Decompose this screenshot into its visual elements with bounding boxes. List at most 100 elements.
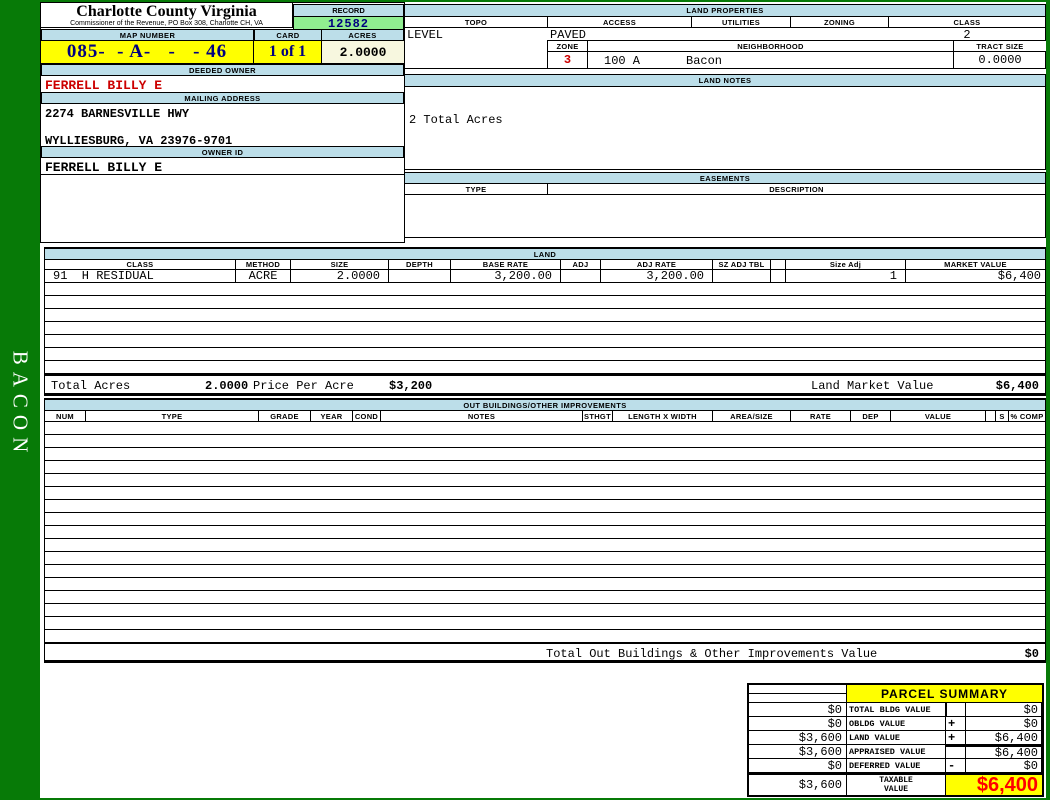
prior-total-bldg-value: $0: [749, 703, 847, 717]
deferred-value: $0: [966, 759, 1042, 773]
land-column-headers: CLASS METHOD SIZE DEPTH BASE RATE ADJ AD…: [45, 260, 1045, 270]
land-empty-rows: [45, 283, 1045, 374]
card-value: 1 of 1: [254, 41, 322, 64]
out-buildings-title: OUT BUILDINGS/OTHER IMPROVEMENTS: [45, 400, 1045, 411]
land-properties-headers: TOPO ACCESS UTILITIES ZONING CLASS: [405, 17, 1045, 28]
zone-headers: ZONE NEIGHBORHOOD TRACT SIZE: [548, 41, 1045, 52]
owner-id-value: FERRELL BILLY E: [45, 160, 162, 175]
utilities-header: UTILITIES: [692, 17, 791, 28]
land-properties-panel: LAND PROPERTIES TOPO ACCESS UTILITIES ZO…: [404, 4, 1046, 69]
land-properties-title: LAND PROPERTIES: [405, 5, 1045, 17]
ob-dep-header: DEP: [851, 411, 891, 422]
record-box: RECORD 12582: [293, 4, 404, 31]
deferred-value-op: -: [946, 759, 966, 773]
easements-panel: EASEMENTS TYPE DESCRIPTION: [404, 172, 1046, 238]
out-buildings-headers: NUM TYPE GRADE YEAR COND NOTES STHGT LEN…: [45, 411, 1045, 422]
map-number-header: MAP NUMBER: [41, 29, 254, 41]
tract-size-value: 0.0000: [954, 52, 1046, 68]
ob-total-label: Total Out Buildings & Other Improvements…: [546, 647, 877, 661]
deferred-value-label: DEFERRED VALUE: [847, 759, 946, 773]
land-adj-value: [561, 270, 601, 282]
land-section: LAND CLASS METHOD SIZE DEPTH BASE RATE A…: [44, 247, 1046, 396]
land-value: $6,400: [966, 731, 1042, 745]
land-blank-header: [771, 260, 786, 270]
mailing-address-label: MAILING ADDRESS: [41, 92, 404, 104]
ob-notes-header: NOTES: [381, 411, 583, 422]
ob-s-header: S: [996, 411, 1009, 422]
price-per-acre-label: Price Per Acre: [253, 379, 354, 393]
land-base-rate-header: BASE RATE: [451, 260, 561, 270]
land-size-adj-value: 1: [786, 270, 906, 282]
ob-cond-header: COND: [353, 411, 381, 422]
land-title: LAND: [45, 249, 1045, 260]
acres-value: 2.0000: [322, 41, 404, 64]
access-header: ACCESS: [548, 17, 692, 28]
land-adj-rate-header: ADJ RATE: [601, 260, 713, 270]
land-market-value-label: Land Market Value: [811, 379, 933, 393]
appraised-value-label: APPRAISED VALUE: [847, 745, 946, 759]
county-title: Charlotte County Virginia: [41, 4, 292, 20]
land-size-header: SIZE: [291, 260, 389, 270]
taxable-value-label: TAXABLE VALUE: [847, 773, 946, 795]
district-vertical-banner: BACON: [0, 340, 40, 470]
out-buildings-section: OUT BUILDINGS/OTHER IMPROVEMENTS NUM TYP…: [44, 398, 1046, 663]
ob-total-value: $0: [1025, 647, 1039, 661]
obldg-value: $0: [966, 717, 1042, 731]
land-properties-values: LEVEL PAVED 2: [405, 28, 1045, 40]
land-value-op: +: [946, 731, 966, 745]
land-depth-value: [389, 270, 451, 282]
owner-id-divider: [41, 174, 404, 175]
neighborhood-name: Bacon: [686, 54, 722, 68]
zone-header: ZONE: [548, 41, 588, 52]
out-buildings-totals-row: Total Out Buildings & Other Improvements…: [45, 643, 1045, 662]
land-method-header: METHOD: [236, 260, 291, 270]
ob-rate-header: RATE: [791, 411, 851, 422]
deeded-owner-value: FERRELL BILLY E: [45, 78, 162, 93]
card-content: Charlotte County Virginia Commissioner o…: [40, 2, 1046, 798]
zone-value: 3: [548, 52, 588, 68]
obldg-value-label: OBLDG VALUE: [847, 717, 946, 731]
total-bldg-value-label: TOTAL BLDG VALUE: [847, 703, 946, 717]
land-market-value-total: $6,400: [996, 379, 1039, 393]
land-class-header: CLASS: [45, 260, 236, 270]
summary-stub-1: [749, 685, 847, 694]
appraised-value-op: [946, 745, 966, 759]
zone-block: ZONE NEIGHBORHOOD TRACT SIZE 3 100 A Bac…: [547, 40, 1045, 68]
taxable-value: $6,400: [946, 773, 1042, 795]
ob-blank-header: [986, 411, 996, 422]
land-market-value-header: MARKET VALUE: [906, 260, 1045, 270]
zone-values: 3 100 A Bacon 0.0000: [548, 52, 1045, 68]
easement-type-header: TYPE: [405, 184, 548, 195]
record-label: RECORD: [294, 5, 403, 17]
land-depth-header: DEPTH: [389, 260, 451, 270]
land-notes-panel: LAND NOTES 2 Total Acres: [404, 74, 1046, 170]
land-totals-row: Total Acres 2.0000 Price Per Acre $3,200…: [45, 374, 1045, 395]
easements-body: [405, 195, 1045, 237]
land-method-value: ACRE: [236, 270, 291, 282]
land-adj-header: ADJ: [561, 260, 601, 270]
land-sz-adj-tbl-value: [713, 270, 771, 282]
ob-sthgt-header: STHGT: [583, 411, 613, 422]
map-number-value: 085- - A- - - 46: [41, 41, 254, 64]
land-notes-title: LAND NOTES: [405, 75, 1045, 87]
easements-headers: TYPE DESCRIPTION: [405, 184, 1045, 195]
county-title-box: Charlotte County Virginia Commissioner o…: [41, 3, 293, 28]
land-blank-value: [771, 270, 786, 282]
tract-size-header: TRACT SIZE: [954, 41, 1046, 52]
neighborhood-header: NEIGHBORHOOD: [588, 41, 954, 52]
land-size-value: 2.0000: [291, 270, 389, 282]
total-bldg-value-op: [946, 703, 966, 717]
topo-value: LEVEL: [405, 28, 548, 42]
total-bldg-value: $0: [966, 703, 1042, 717]
prior-taxable-value: $3,600: [749, 773, 847, 795]
prior-deferred-value: $0: [749, 759, 847, 773]
topo-header: TOPO: [405, 17, 548, 28]
zoning-header: ZONING: [791, 17, 889, 28]
prior-obldg-value: $0: [749, 717, 847, 731]
parcel-summary-title: PARCEL SUMMARY: [847, 685, 1042, 703]
ob-type-header: TYPE: [86, 411, 259, 422]
out-buildings-empty-rows: [45, 422, 1045, 643]
land-base-rate-value: 3,200.00: [451, 270, 561, 282]
class-header: CLASS: [889, 17, 1045, 28]
neighborhood-value: 100 A Bacon: [588, 52, 954, 68]
